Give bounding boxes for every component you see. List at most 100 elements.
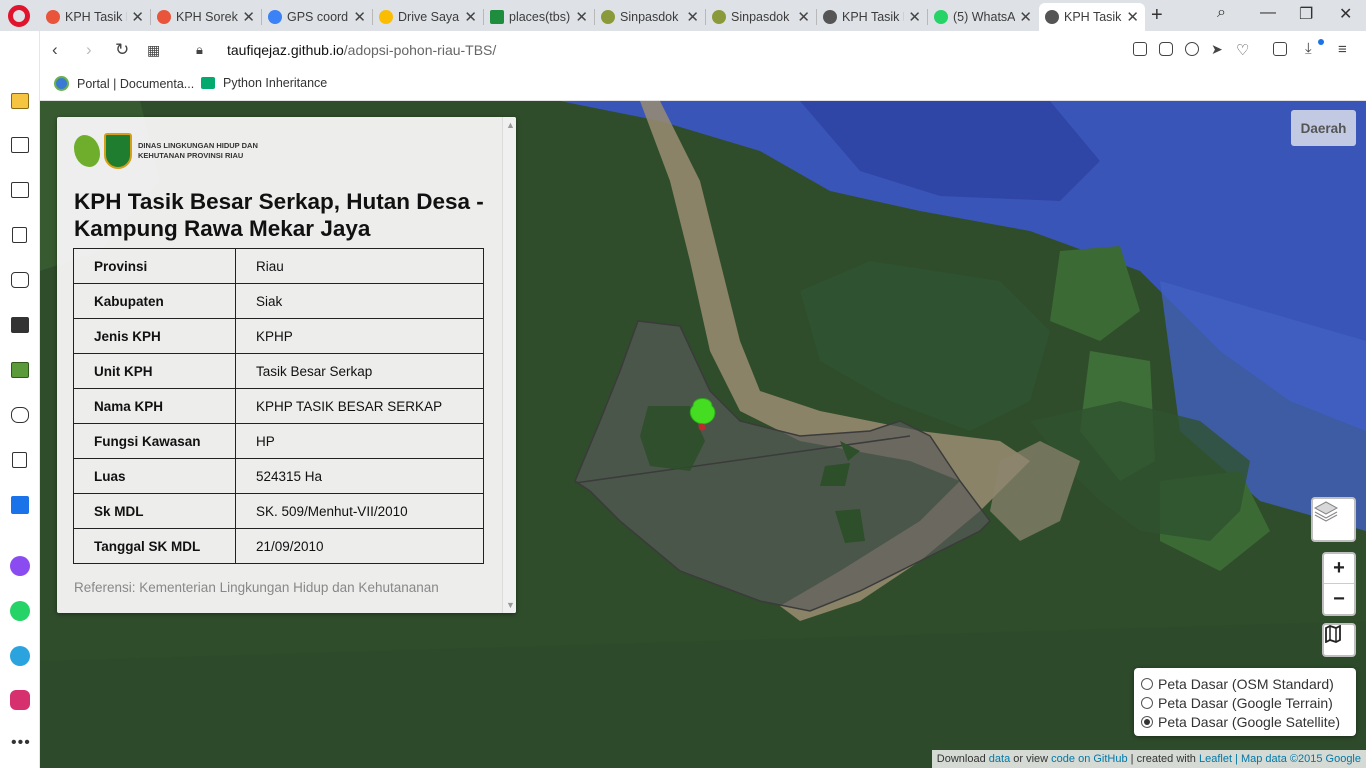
close-icon[interactable]: ✕ xyxy=(1019,8,1032,26)
reload-icon[interactable]: ↻ xyxy=(115,40,129,60)
notes-icon[interactable] xyxy=(11,137,29,153)
tab-favicon-icon xyxy=(157,10,171,24)
layers-control-button[interactable] xyxy=(1311,497,1356,542)
folder-icon[interactable] xyxy=(11,93,29,109)
video-player-icon[interactable] xyxy=(11,272,29,288)
tab-2[interactable]: GPS coord ✕ xyxy=(262,3,372,31)
map-view-button[interactable] xyxy=(1322,623,1356,657)
map-data-link[interactable]: | Map data ©2015 Google xyxy=(1235,753,1361,765)
kph-info-panel: DINAS LINGKUNGAN HIDUP DAN KEHUTANAN PRO… xyxy=(57,117,516,613)
row-key: Jenis KPH xyxy=(73,318,236,354)
monitor-icon[interactable] xyxy=(11,317,29,333)
close-icon[interactable]: ✕ xyxy=(131,8,144,26)
close-icon[interactable]: ✕ xyxy=(575,8,588,26)
close-icon[interactable]: ✕ xyxy=(797,8,810,26)
extensions-cube-icon[interactable] xyxy=(1273,42,1287,56)
messenger-icon[interactable] xyxy=(10,556,30,576)
row-value: Siak xyxy=(235,283,484,319)
pdf-document-icon[interactable] xyxy=(12,452,27,468)
url-path: /adopsi-pohon-riau-TBS/ xyxy=(343,42,497,58)
tab-label: KPH Tasik B xyxy=(842,10,905,24)
radio-button-selected[interactable] xyxy=(1141,715,1153,728)
lock-icon: 🔒︎ xyxy=(196,42,203,57)
edit-icon[interactable] xyxy=(1133,42,1147,56)
whatsapp-icon[interactable] xyxy=(10,601,30,621)
close-icon[interactable]: ✕ xyxy=(242,8,255,26)
radio-button[interactable] xyxy=(1141,696,1153,709)
tab-5[interactable]: Sinpasdok ✕ xyxy=(595,3,705,31)
tab-favicon-icon xyxy=(490,10,504,24)
send-icon[interactable]: ➤ xyxy=(1211,41,1223,58)
minimize-icon[interactable]: — xyxy=(1260,4,1276,22)
forward-arrow-icon[interactable]: › xyxy=(86,40,92,60)
camera-icon[interactable] xyxy=(1159,42,1173,56)
close-icon[interactable]: ✕ xyxy=(686,8,699,26)
basemap-option-terrain[interactable]: Peta Dasar (Google Terrain) xyxy=(1141,693,1356,712)
basemap-option-osm[interactable]: Peta Dasar (OSM Standard) xyxy=(1141,674,1356,693)
row-key: Luas xyxy=(73,458,236,494)
back-arrow-icon[interactable]: ‹ xyxy=(52,40,58,60)
leaflet-link[interactable]: Leaflet xyxy=(1199,753,1232,765)
tab-9-active[interactable]: KPH Tasik B ✕ xyxy=(1039,3,1145,31)
tab-4[interactable]: places(tbs) ✕ xyxy=(484,3,594,31)
tab-1[interactable]: KPH Sorek ✕ xyxy=(151,3,261,31)
document-icon[interactable] xyxy=(12,227,27,243)
close-icon[interactable]: ✕ xyxy=(353,8,366,26)
tab-6[interactable]: Sinpasdok ✕ xyxy=(706,3,816,31)
new-tab-plus-icon[interactable]: + xyxy=(1151,4,1163,27)
easy-setup-menu-icon[interactable]: ≡ xyxy=(1338,41,1347,58)
url-field[interactable]: taufiqejaz.github.io/adopsi-pohon-riau-T… xyxy=(227,42,496,58)
tab-0[interactable]: KPH Tasik B ✕ xyxy=(40,3,150,31)
close-icon[interactable]: ✕ xyxy=(464,8,477,26)
calendar-icon[interactable] xyxy=(11,496,29,514)
tab-label: Drive Saya xyxy=(398,10,460,24)
table-row: Provinsi Riau xyxy=(73,248,484,284)
github-link[interactable]: code on GitHub xyxy=(1051,753,1127,765)
telegram-icon[interactable] xyxy=(10,646,30,666)
map-container[interactable]: DINAS LINGKUNGAN HIDUP DAN KEHUTANAN PRO… xyxy=(40,101,1366,768)
tab-label: Sinpasdok xyxy=(731,10,790,24)
more-options-icon[interactable]: ••• xyxy=(11,734,31,752)
download-icon[interactable]: ⤓ xyxy=(1305,40,1312,57)
table-row: Luas 524315 Ha xyxy=(73,458,484,494)
adblock-icon[interactable] xyxy=(1185,42,1199,56)
scroll-down-icon[interactable]: ▼ xyxy=(506,600,515,610)
row-value: Tasik Besar Serkap xyxy=(235,353,484,389)
zoom-in-button[interactable]: + xyxy=(1324,554,1354,584)
close-icon[interactable]: ✕ xyxy=(1126,8,1139,26)
row-key: Tanggal SK MDL xyxy=(73,528,236,564)
close-icon[interactable]: ✕ xyxy=(908,8,921,26)
briefcase-icon[interactable] xyxy=(11,182,29,198)
region-button[interactable]: Daerah xyxy=(1291,110,1356,146)
search-tabs-icon[interactable]: ⌕ xyxy=(1217,4,1226,22)
panel-scrollbar[interactable]: ▲ ▼ xyxy=(502,117,516,613)
close-window-icon[interactable]: ✕ xyxy=(1339,4,1352,24)
basemap-option-satellite[interactable]: Peta Dasar (Google Satellite) xyxy=(1141,712,1356,731)
instagram-icon[interactable] xyxy=(10,690,30,710)
attribution-text: or view xyxy=(1013,753,1049,765)
tab-favicon-icon xyxy=(601,10,615,24)
heart-icon[interactable]: ♡ xyxy=(1236,41,1249,59)
speed-dial-grid-icon[interactable]: ▦ xyxy=(147,42,160,59)
row-key: Kabupaten xyxy=(73,283,236,319)
table-row: Tanggal SK MDL 21/09/2010 xyxy=(73,528,484,564)
row-value: KPHP TASIK BESAR SERKAP xyxy=(235,388,484,424)
data-link[interactable]: data xyxy=(989,753,1010,765)
tab-label: GPS coord xyxy=(287,10,349,24)
globe-icon xyxy=(54,76,69,91)
tab-7[interactable]: KPH Tasik B ✕ xyxy=(817,3,927,31)
bookmarks-bar: Portal | Documenta... Python Inheritance xyxy=(0,69,1366,101)
tab-8[interactable]: (5) WhatsA ✕ xyxy=(928,3,1038,31)
scroll-up-icon[interactable]: ▲ xyxy=(506,120,515,130)
zoom-out-button[interactable]: − xyxy=(1324,584,1354,614)
kphp-leaf-logo-icon xyxy=(74,135,100,167)
bookmark-python[interactable]: Python Inheritance xyxy=(201,76,327,90)
bookmark-portal[interactable]: Portal | Documenta... xyxy=(54,76,194,91)
opera-logo-icon[interactable] xyxy=(8,5,30,27)
page-title: KPH Tasik Besar Serkap, Hutan Desa - Kam… xyxy=(74,189,484,241)
radio-button[interactable] xyxy=(1141,677,1153,690)
restore-icon[interactable]: ❐ xyxy=(1299,4,1313,24)
tab-3[interactable]: Drive Saya ✕ xyxy=(373,3,483,31)
gamepad-icon[interactable] xyxy=(11,407,29,423)
chart-icon[interactable] xyxy=(11,362,29,378)
